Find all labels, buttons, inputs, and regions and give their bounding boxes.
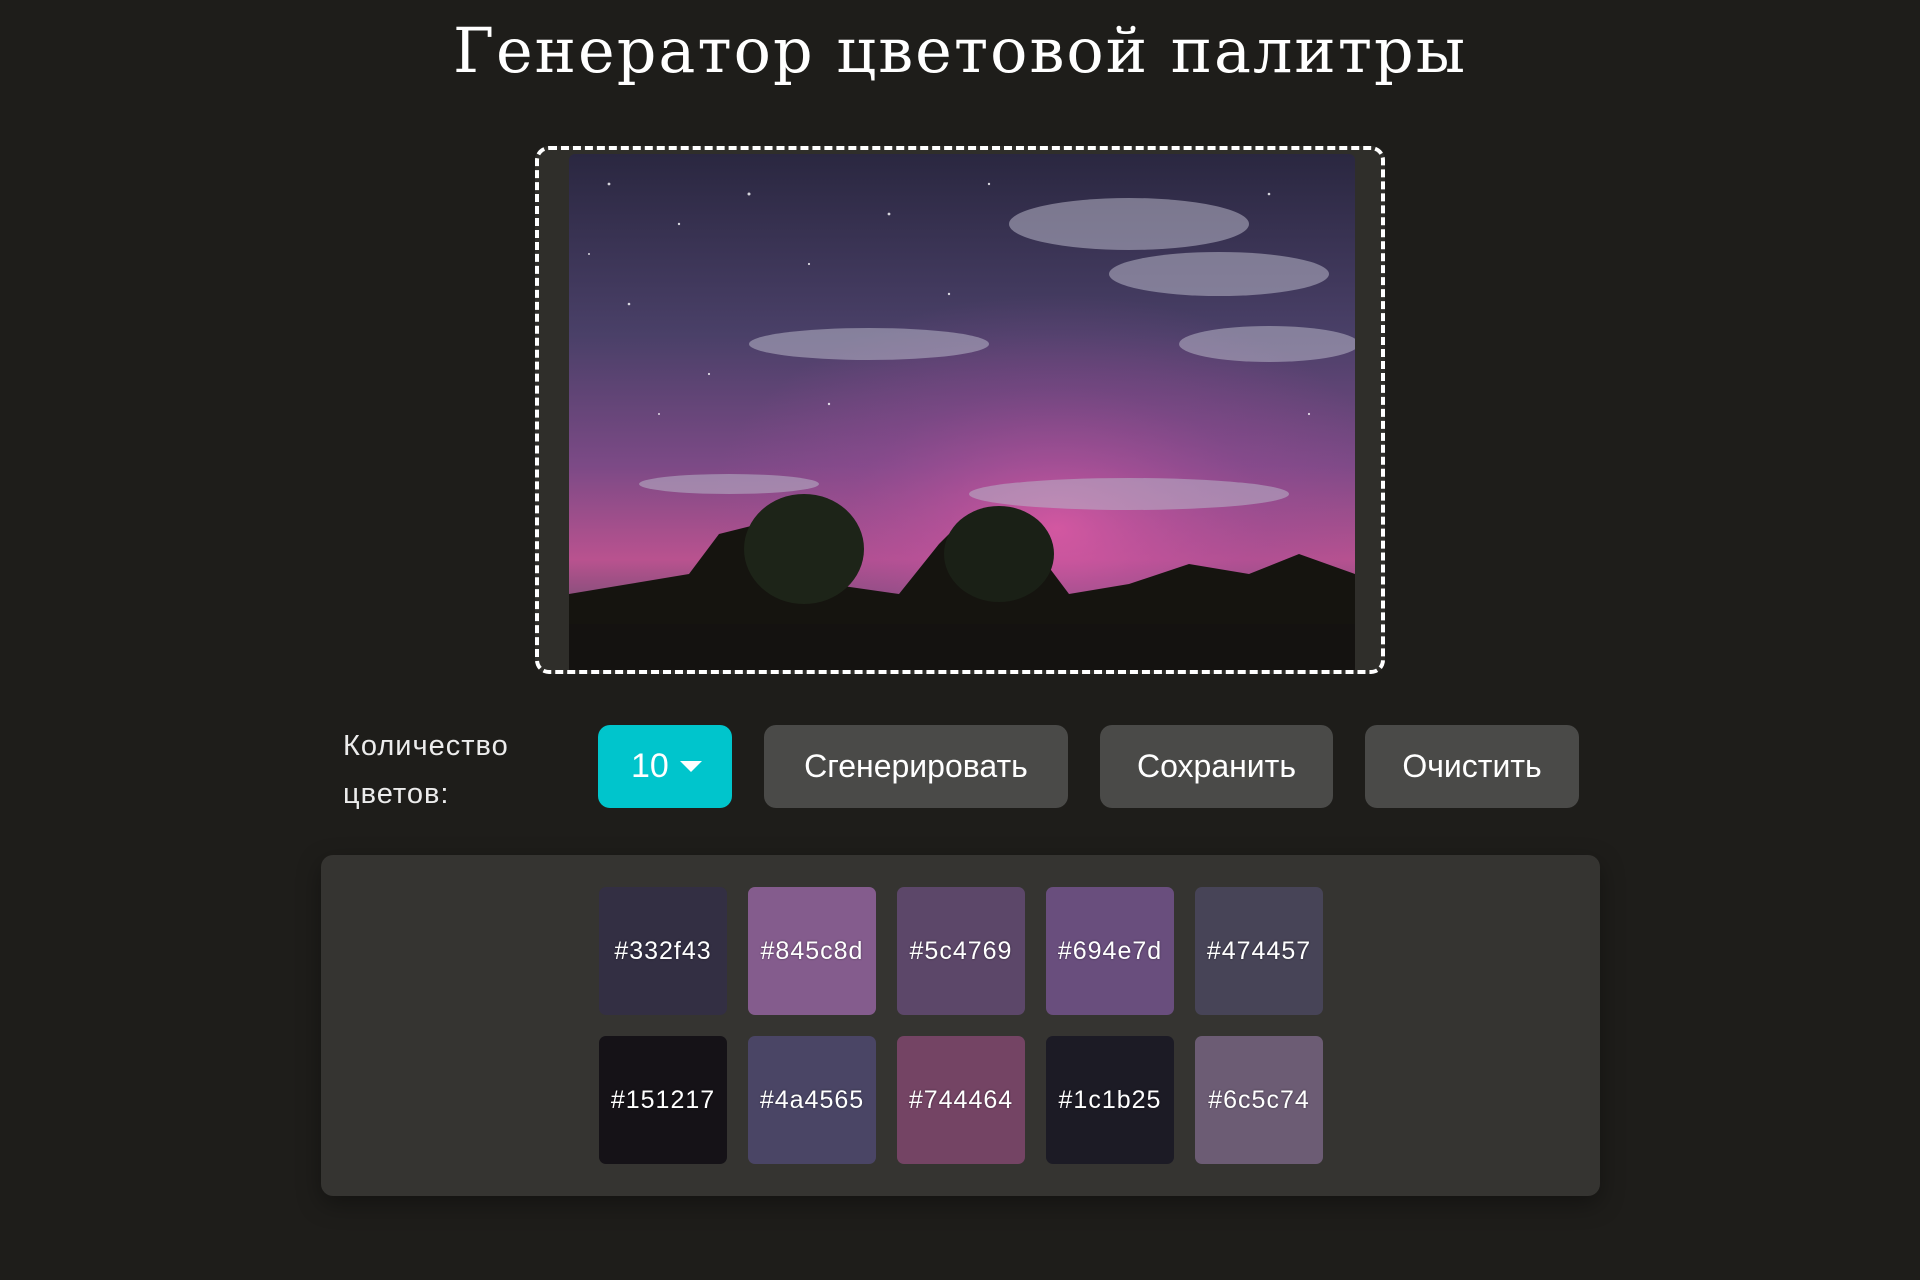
color-swatch[interactable]: #6c5c74 [1195, 1036, 1323, 1164]
generate-button[interactable]: Сгенерировать [764, 725, 1068, 808]
color-swatch[interactable]: #694e7d [1046, 887, 1174, 1015]
swatch-grid: #332f43 #845c8d #5c4769 #694e7d #474457 #1512… [599, 887, 1329, 1164]
palette-generator-page: Генератор цветовой палитры Количество цв… [0, 0, 1920, 1280]
color-swatch[interactable]: #744464 [897, 1036, 1025, 1164]
color-swatch[interactable]: #151217 [599, 1036, 727, 1164]
color-swatch[interactable]: #5c4769 [897, 887, 1025, 1015]
save-button[interactable]: Сохранить [1100, 725, 1333, 808]
color-count-label: Количество цветов: [343, 730, 509, 810]
image-dropzone[interactable] [535, 146, 1385, 674]
page-title: Генератор цветовой палитры [452, 14, 1468, 87]
chevron-down-icon [680, 761, 702, 772]
clear-button[interactable]: Очистить [1365, 725, 1579, 808]
uploaded-image-preview [569, 154, 1355, 670]
color-swatch[interactable]: #332f43 [599, 887, 727, 1015]
color-swatch[interactable]: #474457 [1195, 887, 1323, 1015]
palette-panel: #332f43 #845c8d #5c4769 #694e7d #474457 #1512… [321, 855, 1600, 1196]
color-swatch[interactable]: #845c8d [748, 887, 876, 1015]
color-swatch[interactable]: #4a4565 [748, 1036, 876, 1164]
color-swatch[interactable]: #1c1b25 [1046, 1036, 1174, 1164]
color-count-select[interactable]: 10 [598, 725, 732, 808]
color-count-value: 10 [631, 747, 669, 785]
